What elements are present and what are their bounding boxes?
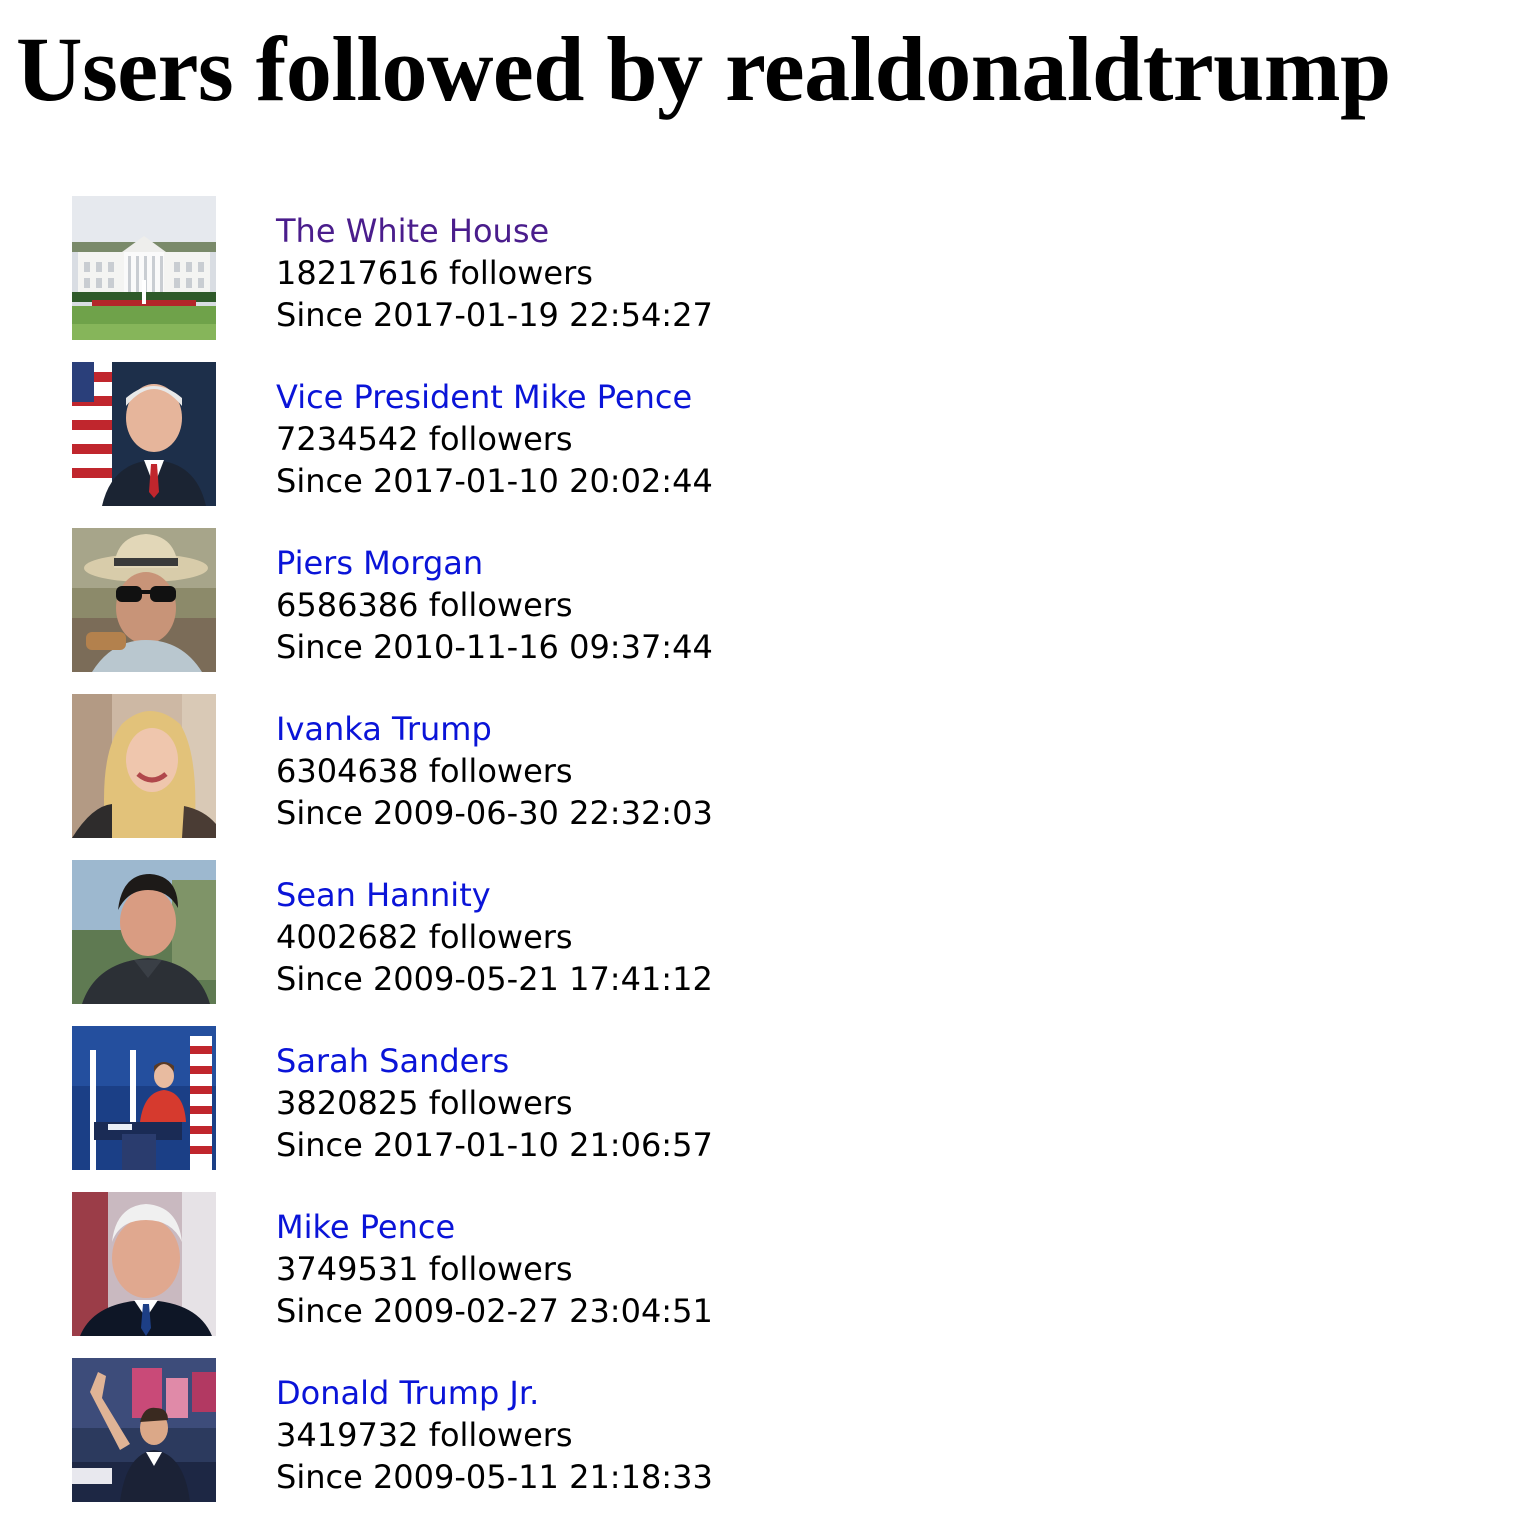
follower-count: 3749531 followers xyxy=(276,1250,573,1288)
user-row: Donald Trump Jr. 3419732 followers Since… xyxy=(72,1358,972,1524)
white-house-avatar xyxy=(72,196,216,340)
vp-pence-avatar xyxy=(72,362,216,506)
user-row: Vice President Mike Pence 7234542 follow… xyxy=(72,362,972,528)
ivanka-trump-avatar xyxy=(72,694,216,838)
follower-count: 3419732 followers xyxy=(276,1416,573,1454)
user-name-link[interactable]: Sean Hannity xyxy=(276,874,713,916)
mike-pence-avatar xyxy=(72,1192,216,1336)
follower-count: 18217616 followers xyxy=(276,254,593,292)
sean-hannity-avatar xyxy=(72,860,216,1004)
user-name-link[interactable]: Ivanka Trump xyxy=(276,708,713,750)
follow-since: Since 2009-05-11 21:18:33 xyxy=(276,1458,713,1496)
user-info: Sarah Sanders 3820825 followers Since 20… xyxy=(276,1040,713,1166)
page-title: Users followed by realdonaldtrump xyxy=(16,18,1391,120)
user-list: The White House 18217616 followers Since… xyxy=(72,196,972,1524)
follow-since: Since 2009-02-27 23:04:51 xyxy=(276,1292,713,1330)
user-info: Donald Trump Jr. 3419732 followers Since… xyxy=(276,1372,713,1498)
user-name-link[interactable]: Vice President Mike Pence xyxy=(276,376,713,418)
user-row: Ivanka Trump 6304638 followers Since 200… xyxy=(72,694,972,860)
user-name-link[interactable]: The White House xyxy=(276,210,713,252)
user-info: The White House 18217616 followers Since… xyxy=(276,210,713,336)
follow-since: Since 2009-05-21 17:41:12 xyxy=(276,960,713,998)
user-info: Mike Pence 3749531 followers Since 2009-… xyxy=(276,1206,713,1332)
follower-count: 6304638 followers xyxy=(276,752,573,790)
follow-since: Since 2017-01-10 20:02:44 xyxy=(276,462,713,500)
user-info: Ivanka Trump 6304638 followers Since 200… xyxy=(276,708,713,834)
piers-morgan-avatar xyxy=(72,528,216,672)
follower-count: 3820825 followers xyxy=(276,1084,573,1122)
sarah-sanders-avatar xyxy=(72,1026,216,1170)
user-row: The White House 18217616 followers Since… xyxy=(72,196,972,362)
user-info: Piers Morgan 6586386 followers Since 201… xyxy=(276,542,713,668)
follow-since: Since 2017-01-19 22:54:27 xyxy=(276,296,713,334)
user-row: Sean Hannity 4002682 followers Since 200… xyxy=(72,860,972,1026)
user-name-link[interactable]: Mike Pence xyxy=(276,1206,713,1248)
follower-count: 6586386 followers xyxy=(276,586,573,624)
user-row: Mike Pence 3749531 followers Since 2009-… xyxy=(72,1192,972,1358)
follower-count: 7234542 followers xyxy=(276,420,573,458)
follow-since: Since 2009-06-30 22:32:03 xyxy=(276,794,713,832)
follow-since: Since 2010-11-16 09:37:44 xyxy=(276,628,713,666)
user-info: Sean Hannity 4002682 followers Since 200… xyxy=(276,874,713,1000)
user-name-link[interactable]: Sarah Sanders xyxy=(276,1040,713,1082)
user-row: Piers Morgan 6586386 followers Since 201… xyxy=(72,528,972,694)
user-row: Sarah Sanders 3820825 followers Since 20… xyxy=(72,1026,972,1192)
user-name-link[interactable]: Piers Morgan xyxy=(276,542,713,584)
user-info: Vice President Mike Pence 7234542 follow… xyxy=(276,376,713,502)
follow-since: Since 2017-01-10 21:06:57 xyxy=(276,1126,713,1164)
follower-count: 4002682 followers xyxy=(276,918,573,956)
user-name-link[interactable]: Donald Trump Jr. xyxy=(276,1372,713,1414)
donald-trump-jr-avatar xyxy=(72,1358,216,1502)
